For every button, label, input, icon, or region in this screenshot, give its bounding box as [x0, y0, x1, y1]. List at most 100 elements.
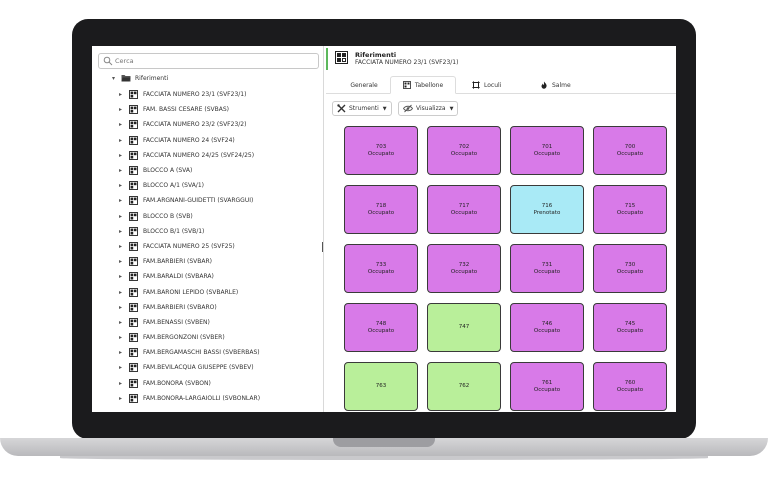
qr-grid-icon	[129, 302, 138, 312]
loculo-cell[interactable]: 746 Occupato	[510, 303, 584, 352]
caret-right-icon[interactable]: ▸	[119, 213, 125, 220]
qr-grid-icon	[129, 226, 138, 236]
loculo-cell[interactable]: 718 Occupato	[344, 185, 418, 234]
loculo-cell[interactable]: 763	[344, 362, 418, 411]
caret-right-icon[interactable]: ▸	[119, 380, 125, 387]
loculo-cell[interactable]: 700 Occupato	[593, 126, 667, 175]
loculo-cell[interactable]: 715 Occupato	[593, 185, 667, 234]
tree-item[interactable]: ▸ FAM.BERGAMASCHI BASSI (SVBERBAS)	[92, 345, 323, 360]
caret-right-icon[interactable]: ▸	[119, 395, 125, 402]
caret-right-icon[interactable]: ▸	[119, 121, 125, 128]
tree-item[interactable]: ▸ FAM.BONORA-LARGAIOLLI (SVBONLAR)	[92, 391, 323, 406]
loculo-cell[interactable]: 748 Occupato	[344, 303, 418, 352]
tree-item[interactable]: ▸ BLOCCO A/1 (SVA/1)	[92, 178, 323, 193]
laptop-shadow	[60, 456, 708, 460]
qr-grid-icon	[129, 378, 138, 388]
app-screen: ▾ Riferimenti ▸ FACCIATA NUMERO 23/1 (SVF…	[92, 46, 676, 412]
tree-item[interactable]: ▸ FAM.BONORA (SVBON)	[92, 376, 323, 391]
caret-right-icon[interactable]: ▸	[119, 197, 125, 204]
tree-item[interactable]: ▸ FAM.BEVILACQUA GIUSEPPE (SVBEV)	[92, 360, 323, 375]
caret-right-icon[interactable]: ▸	[119, 289, 125, 296]
qr-grid-icon	[129, 333, 138, 343]
caret-right-icon[interactable]: ▸	[119, 167, 125, 174]
tree-item[interactable]: ▸ FAM.BERGONZONI (SVBER)	[92, 330, 323, 345]
loculo-cell[interactable]: 703 Occupato	[344, 126, 418, 175]
loculo-status: Occupato	[367, 327, 395, 334]
tree-item[interactable]: ▸ FACCIATA NUMERO 23/1 (SVF23/1)	[92, 87, 323, 102]
tree-panel: ▾ Riferimenti ▸ FACCIATA NUMERO 23/1 (SVF…	[92, 46, 324, 412]
loculo-cell[interactable]: 731 Occupato	[510, 244, 584, 293]
caret-right-icon[interactable]: ▸	[119, 137, 125, 144]
caret-right-icon[interactable]: ▸	[119, 304, 125, 311]
loculo-status: Occupato	[367, 150, 395, 157]
tree-item-label: FAM.BARONI LEPIDO (SVBARLE)	[143, 288, 239, 296]
loculo-status: Occupato	[616, 268, 644, 275]
tree-item[interactable]: ▸ FACCIATA NUMERO 25 (SVF25)	[92, 239, 323, 254]
caret-down-icon[interactable]: ▾	[112, 75, 118, 82]
qr-grid-icon	[129, 242, 138, 251]
loculo-status: Occupato	[367, 209, 395, 216]
search-input[interactable]	[115, 54, 315, 68]
loculo-cell[interactable]: 747	[427, 303, 501, 352]
caret-right-icon[interactable]: ▸	[119, 349, 125, 356]
tree-root-label: Riferimenti	[135, 74, 169, 82]
tree-item[interactable]: ▸ FAM.BARBIERI (SVBARO)	[92, 300, 323, 315]
loculo-status: Occupato	[533, 268, 561, 275]
qr-grid-icon	[129, 363, 138, 373]
loculo-status: Occupato	[616, 209, 644, 216]
loculo-number: 748	[375, 320, 387, 327]
caret-right-icon[interactable]: ▸	[119, 364, 125, 371]
loculo-status: Occupato	[616, 150, 644, 157]
tree-item[interactable]: ▸ FAM.BARONI LEPIDO (SVBARLE)	[92, 284, 323, 299]
caret-right-icon[interactable]: ▸	[119, 258, 125, 265]
loculo-status: Occupato	[533, 327, 561, 334]
search-box[interactable]	[98, 53, 319, 69]
pane-splitter-handle[interactable]	[322, 242, 323, 252]
caret-right-icon[interactable]: ▸	[119, 91, 125, 98]
loculo-cell[interactable]: 702 Occupato	[427, 126, 501, 175]
loculo-number: 745	[624, 320, 636, 327]
loculo-number: 747	[458, 324, 470, 331]
loculo-cell[interactable]: 732 Occupato	[427, 244, 501, 293]
tree-item-label: BLOCCO B (SVB)	[143, 212, 193, 220]
loculo-number: 701	[541, 143, 553, 150]
loculo-cell[interactable]: 760 Occupato	[593, 362, 667, 411]
tree-item-label: FACCIATA NUMERO 23/1 (SVF23/1)	[143, 91, 247, 99]
tree-item[interactable]: ▸ FAM.BARBIERI (SVBAR)	[92, 254, 323, 269]
tree-item[interactable]: ▸ FACCIATA NUMERO 24/25 (SVF24/25)	[92, 148, 323, 163]
tree-item[interactable]: ▸ FACCIATA NUMERO 24 (SVF24)	[92, 133, 323, 148]
loculo-status: Occupato	[450, 150, 478, 157]
caret-right-icon[interactable]: ▸	[119, 106, 125, 113]
caret-right-icon[interactable]: ▸	[119, 243, 125, 250]
tree-item[interactable]: ▸ FAM.BARALDI (SVBARA)	[92, 269, 323, 284]
loculo-cell[interactable]: 745 Occupato	[593, 303, 667, 352]
caret-right-icon[interactable]: ▸	[119, 152, 125, 159]
loculo-cell[interactable]: 730 Occupato	[593, 244, 667, 293]
loculo-cell[interactable]: 716 Prenotato	[510, 185, 584, 234]
loculo-cell[interactable]: 761 Occupato	[510, 362, 584, 411]
loculo-cell[interactable]: 717 Occupato	[427, 185, 501, 234]
loculo-cell[interactable]: 762	[427, 362, 501, 411]
loculo-number: 733	[375, 261, 387, 268]
tree-item[interactable]: ▸ FAM.BENASSI (SVBEN)	[92, 315, 323, 330]
tree-item[interactable]: ▸ FACCIATA NUMERO 23/2 (SVF23/2)	[92, 117, 323, 132]
qr-grid-icon	[129, 135, 138, 145]
tree-item[interactable]: ▸ FAM.ARGNANI-GUIDETTI (SVARGGUI)	[92, 193, 323, 208]
loculo-cell[interactable]: 701 Occupato	[510, 126, 584, 175]
tree-item[interactable]: ▸ BLOCCO A (SVA)	[92, 163, 323, 178]
loculo-status: Occupato	[533, 150, 561, 157]
caret-right-icon[interactable]: ▸	[119, 273, 125, 280]
tree-item[interactable]: ▸ BLOCCO B (SVB)	[92, 209, 323, 224]
tree-item-label: FACCIATA NUMERO 24 (SVF24)	[143, 136, 235, 144]
tree-root[interactable]: ▾ Riferimenti	[112, 72, 168, 84]
qr-grid-icon	[129, 181, 138, 191]
loculo-cell[interactable]: 733 Occupato	[344, 244, 418, 293]
tree-item[interactable]: ▸ BLOCCO B/1 (SVB/1)	[92, 224, 323, 239]
caret-right-icon[interactable]: ▸	[119, 334, 125, 341]
caret-right-icon[interactable]: ▸	[119, 319, 125, 326]
tree-item[interactable]: ▸ FAM. BASSI CESARE (SVBAS)	[92, 102, 323, 117]
caret-right-icon[interactable]: ▸	[119, 182, 125, 189]
tree-list: ▸ FACCIATA NUMERO 23/1 (SVF23/1) ▸ FAM. BAS…	[92, 87, 323, 406]
caret-right-icon[interactable]: ▸	[119, 228, 125, 235]
laptop-notch	[333, 438, 435, 447]
